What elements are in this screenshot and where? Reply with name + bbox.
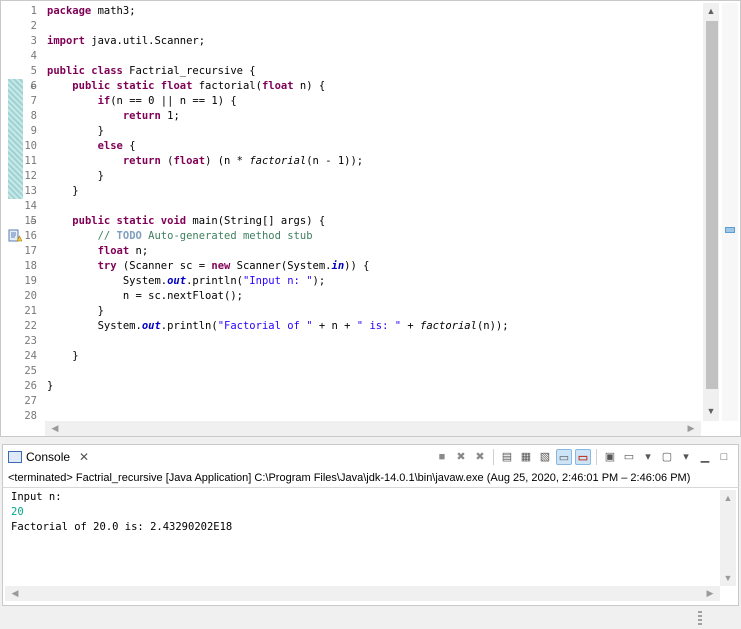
code-line[interactable]: public static float factorial(float n) { [47, 79, 325, 94]
line-number: 10 [24, 140, 37, 152]
console-toolbar-buttons: ■ ✖ ✖ ▤ ▦ ▧ ▭ ▭ ▣ ▭ ▾ ▢ ▾ ▁ □ [434, 448, 732, 466]
fold-toggle-icon[interactable]: ⊖ [30, 214, 39, 229]
console-horizontal-scrollbar[interactable]: ◀ ▶ [5, 586, 720, 601]
eclipse-window: 1 2 3 4 5 6 ⊖ 7 8 9 10 11 12 13 14 15 ⊖ 16 17 18 19 20 21 22 23 2… [0, 0, 741, 629]
line-number: 26 [24, 380, 37, 392]
console-output-line: Input n: [11, 491, 62, 503]
scroll-left-arrow-icon[interactable]: ◀ [47, 421, 63, 436]
console-vertical-scrollbar[interactable]: ▲ ▼ [720, 490, 736, 586]
code-line[interactable]: return 1; [47, 109, 180, 124]
line-number: 25 [24, 365, 37, 377]
code-line[interactable]: n = sc.nextFloat(); [47, 289, 243, 304]
code-line[interactable]: // TODO Auto-generated method stub [47, 229, 313, 244]
line-number: 5 [30, 65, 37, 77]
line-number: 28 [24, 410, 37, 422]
line-number: 27 [24, 395, 37, 407]
console-tab-label: Console [26, 450, 71, 464]
remove-launch-icon[interactable]: ✖ [453, 449, 469, 465]
line-number: 8 [30, 110, 37, 122]
scroll-up-arrow-icon[interactable]: ▲ [703, 3, 719, 19]
fold-toggle-icon[interactable]: ⊖ [30, 79, 39, 94]
scroll-right-arrow-icon[interactable]: ▶ [683, 421, 699, 436]
minimize-icon[interactable]: ▁ [697, 449, 713, 465]
code-line[interactable]: public static void main(String[] args) { [47, 214, 325, 229]
line-number: 22 [24, 320, 37, 332]
line-number: 19 [24, 275, 37, 287]
line-number: 21 [24, 305, 37, 317]
scroll-right-arrow-icon[interactable]: ▶ [702, 586, 718, 601]
scroll-down-arrow-icon[interactable]: ▼ [703, 403, 719, 419]
editor-horizontal-scrollbar[interactable]: ◀ ▶ [45, 421, 701, 436]
code-line[interactable]: float n; [47, 244, 149, 259]
code-line[interactable]: } [47, 124, 104, 139]
show-console-on-output-icon[interactable]: ▭ [556, 449, 572, 465]
line-number: 16 [24, 230, 37, 242]
terminated-process-label: <terminated> Factrial_recursive [Java Ap… [2, 468, 739, 488]
maximize-icon[interactable]: □ [716, 449, 732, 465]
editor-scroll-thumb[interactable] [706, 21, 718, 389]
code-line[interactable]: else { [47, 139, 136, 154]
code-line[interactable]: import java.util.Scanner; [47, 34, 205, 49]
line-number: 4 [30, 50, 37, 62]
line-number: 23 [24, 335, 37, 347]
close-icon[interactable]: ✕ [79, 450, 89, 464]
show-console-on-error-icon[interactable]: ▭ [575, 449, 591, 465]
console-output-line: Factorial of 20.0 is: 2.43290202E18 [11, 521, 233, 533]
toolbar-separator [493, 449, 494, 465]
clear-console-icon[interactable]: ▤ [499, 449, 515, 465]
line-number: 13 [24, 185, 37, 197]
tab-console[interactable]: Console ✕ [8, 448, 89, 466]
status-grip-handle[interactable] [698, 611, 702, 625]
code-line[interactable]: } [47, 304, 104, 319]
line-number: 17 [24, 245, 37, 257]
line-number: 9 [30, 125, 37, 137]
terminate-icon[interactable]: ■ [434, 449, 450, 465]
scroll-lock-icon[interactable]: ▦ [518, 449, 534, 465]
dropdown-arrow-icon[interactable]: ▾ [640, 449, 656, 465]
dropdown-arrow-icon[interactable]: ▾ [678, 449, 694, 465]
code-line[interactable]: } [47, 184, 78, 199]
display-selected-console-icon[interactable]: ▭ [621, 449, 637, 465]
open-console-icon[interactable]: ▢ [659, 449, 675, 465]
code-line[interactable]: public class Factrial_recursive { [47, 64, 256, 79]
overview-task-marker[interactable] [725, 227, 735, 233]
line-number: 3 [30, 35, 37, 47]
scroll-down-arrow-icon[interactable]: ▼ [720, 570, 736, 586]
line-number: 11 [24, 155, 37, 167]
code-line[interactable]: } [47, 379, 53, 394]
console-output[interactable]: Input n: 20 Factorial of 20.0 is: 2.432902… [2, 488, 739, 606]
console-view-toolbar: Console ✕ ■ ✖ ✖ ▤ ▦ ▧ ▭ ▭ ▣ ▭ ▾ ▢ ▾ ▁ □ [2, 444, 739, 468]
remove-all-terminated-icon[interactable]: ✖ [472, 449, 488, 465]
status-bar [0, 606, 741, 629]
scroll-left-arrow-icon[interactable]: ◀ [7, 586, 23, 601]
code-line[interactable]: try (Scanner sc = new Scanner(System.in)… [47, 259, 370, 274]
code-line[interactable]: package math3; [47, 4, 136, 19]
code-editor[interactable]: 1 2 3 4 5 6 ⊖ 7 8 9 10 11 12 13 14 15 ⊖ 16 17 18 19 20 21 22 23 2… [0, 0, 741, 437]
line-number: 12 [24, 170, 37, 182]
line-number: 24 [24, 350, 37, 362]
code-line[interactable]: } [47, 169, 104, 184]
line-number: 20 [24, 290, 37, 302]
overview-ruler[interactable] [722, 3, 738, 421]
line-number: 18 [24, 260, 37, 272]
line-number-gutter: 1 2 3 4 5 6 ⊖ 7 8 9 10 11 12 13 14 15 ⊖ 16 17 18 19 20 21 22 23 2… [1, 1, 43, 422]
code-line[interactable]: if(n == 0 || n == 1) { [47, 94, 237, 109]
editor-vertical-scrollbar[interactable]: ▲ ▼ [703, 3, 719, 421]
code-line[interactable]: return (float) (n * factorial(n - 1)); [47, 154, 363, 169]
toolbar-separator [596, 449, 597, 465]
line-number: 2 [30, 20, 37, 32]
scroll-up-arrow-icon[interactable]: ▲ [720, 490, 736, 506]
line-number: 14 [24, 200, 37, 212]
code-line[interactable]: System.out.println("Input n: "); [47, 274, 325, 289]
console-icon [8, 451, 22, 463]
code-line[interactable]: System.out.println("Factorial of " + n +… [47, 319, 509, 334]
pin-console-icon[interactable]: ▣ [602, 449, 618, 465]
code-line[interactable]: } [47, 349, 78, 364]
word-wrap-icon[interactable]: ▧ [537, 449, 553, 465]
console-user-input: 20 [11, 506, 24, 518]
line-number: 1 [30, 5, 37, 17]
line-number: 7 [30, 95, 37, 107]
code-area[interactable]: package math3; import java.util.Scanner; p… [47, 1, 702, 421]
